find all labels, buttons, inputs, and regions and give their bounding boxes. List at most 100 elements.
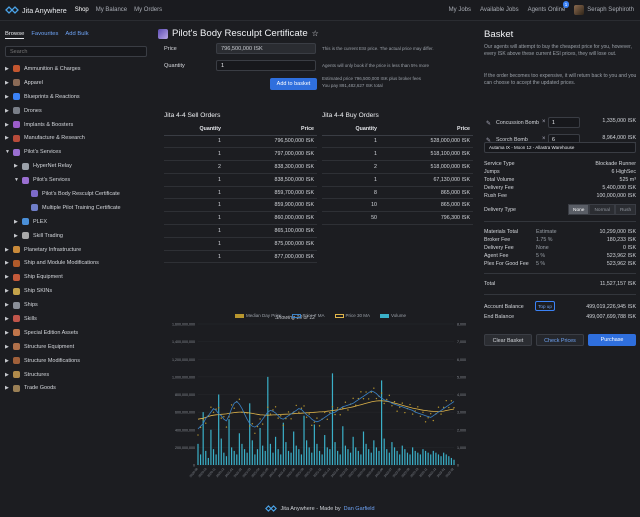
sidebar-item[interactable]: ▶ Ship SKINs <box>0 284 152 298</box>
chevron-down-icon[interactable]: ▼ <box>14 178 19 183</box>
basket-title: Basket <box>484 29 514 40</box>
purchase-button[interactable]: Purchase <box>588 334 636 346</box>
chevron-right-icon[interactable]: ▶ <box>5 372 9 377</box>
delivery-type-rush[interactable]: Rush <box>614 204 637 215</box>
check-prices-button[interactable]: Check Prices <box>536 334 584 346</box>
chevron-right-icon[interactable]: ▶ <box>5 330 9 335</box>
chevron-right-icon[interactable]: ▶ <box>5 316 9 321</box>
sidebar-item[interactable]: ▶ Ship Equipment <box>0 270 152 284</box>
author-link[interactable]: Dan Garfield <box>344 506 375 512</box>
add-to-basket-button[interactable]: Add to basket <box>270 78 317 90</box>
sidebar-item-label: Drones <box>24 107 42 114</box>
sidebar-item[interactable]: ▶ Structures <box>0 368 152 382</box>
chevron-right-icon[interactable]: ▶ <box>5 358 9 363</box>
sidebar-item[interactable]: ▶ Apparel <box>0 76 152 90</box>
chevron-right-icon[interactable]: ▶ <box>5 275 9 280</box>
sidebar-item[interactable]: ▶ Ship and Module Modifications <box>0 256 152 270</box>
end-balance-row: End Balance 499,007,699,788 ISK <box>484 314 636 321</box>
nav-orders[interactable]: My Orders <box>134 7 162 13</box>
sidebar-item[interactable]: ▶ PLEX <box>0 215 152 229</box>
volume-bar <box>267 376 269 465</box>
volume-bar <box>251 440 253 465</box>
nav-my-jobs[interactable]: My Jobs <box>449 7 471 13</box>
sidebar-item[interactable]: ▶ Blueprints & Reactions <box>0 90 152 104</box>
median-price-point <box>352 397 354 400</box>
delivery-fee-label: Delivery Fee <box>484 185 514 191</box>
basket-info-2: If the order becomes too expensive, it w… <box>484 73 637 86</box>
chevron-right-icon[interactable]: ▶ <box>5 386 9 391</box>
chevron-right-icon[interactable]: ▶ <box>5 66 9 71</box>
clear-basket-button[interactable]: Clear Basket <box>484 334 532 346</box>
nav-agents-online[interactable]: Agents Online 1 <box>527 1 570 13</box>
chevron-right-icon[interactable] <box>23 206 27 210</box>
chevron-right-icon[interactable]: ▶ <box>5 289 9 294</box>
sidebar-item-label: Blueprints & Reactions <box>24 93 80 100</box>
median-price-point <box>437 406 440 408</box>
buy-orders-table: Quantity Price 1 528,000,000 ISK 1 518,100,… <box>322 124 473 226</box>
basket-item-qty[interactable]: 1 <box>548 117 580 128</box>
sidebar-item[interactable]: Pilot's Body Resculpt Certificate <box>0 187 152 201</box>
remove-item-icon[interactable]: × <box>542 119 546 125</box>
order-quantity: 2 <box>164 160 224 174</box>
chevron-right-icon[interactable]: ▶ <box>5 261 9 266</box>
y-tick-label: 200,000,000 <box>175 446 195 450</box>
order-price: 838,500,000 ISK <box>224 173 317 187</box>
sidebar-item-label: Structure Equipment <box>24 343 75 350</box>
sidebar-item[interactable]: Multiple Pilot Training Certificate <box>0 201 152 215</box>
sidebar-item[interactable]: ▶ Drones <box>0 104 152 118</box>
sidebar-item[interactable]: ▶ Planetary Infrastructure <box>0 243 152 257</box>
tab-browse[interactable]: Browse <box>5 31 25 39</box>
chevron-right-icon[interactable] <box>23 192 27 196</box>
sidebar-item[interactable]: ▶ Implants & Boosters <box>0 118 152 132</box>
top-bar: Jita Anywhere Shop My Balance My Orders … <box>0 0 640 21</box>
account-balance-row: Account Balance 499,019,226,945 ISK <box>484 304 636 311</box>
chevron-right-icon[interactable]: ▶ <box>5 344 9 349</box>
chevron-right-icon[interactable]: ▶ <box>14 233 18 238</box>
tab-add-bulk[interactable]: Add Bulk <box>65 31 88 39</box>
category-tree: ▶ Ammunition & Charges ▶ Apparel ▶ Blueprints… <box>0 62 152 395</box>
user-menu[interactable]: Seraph Sephiroth <box>574 5 634 15</box>
delivery-type-none[interactable]: None <box>568 204 590 215</box>
volume-bar <box>406 452 409 465</box>
delivery-mid: None <box>536 245 549 251</box>
delivery-location-field[interactable]: Autama IX - Moon 12 - Allastra Warehouse <box>484 142 636 153</box>
search-input[interactable] <box>5 46 147 57</box>
sidebar-item[interactable]: ▶ Structure Modifications <box>0 354 152 368</box>
delivery-type-normal[interactable]: Normal <box>589 204 615 215</box>
sidebar-item[interactable]: ▶ Ships <box>0 298 152 312</box>
nav-shop[interactable]: Shop <box>75 7 89 13</box>
agents-online-label: Agents Online <box>527 7 566 13</box>
sidebar-item[interactable]: ▶ HyperNet Relay <box>0 159 152 173</box>
top-up-button[interactable]: Top up <box>535 301 555 311</box>
chevron-right-icon[interactable]: ▶ <box>5 247 9 252</box>
sidebar-item[interactable]: ▼ Pilot's Services <box>0 145 152 159</box>
chevron-right-icon[interactable]: ▶ <box>5 122 9 127</box>
category-icon <box>13 121 20 128</box>
sidebar-item[interactable]: ▶ Ammunition & Charges <box>0 62 152 76</box>
chevron-right-icon[interactable]: ▶ <box>5 303 9 308</box>
nav-balance[interactable]: My Balance <box>96 7 127 13</box>
chevron-right-icon[interactable]: ▶ <box>5 80 9 85</box>
chevron-down-icon[interactable]: ▼ <box>5 150 10 155</box>
chevron-right-icon[interactable]: ▶ <box>5 108 9 113</box>
sidebar-item[interactable]: ▶ Skill Trading <box>0 229 152 243</box>
quantity-input[interactable]: 1 <box>216 60 316 71</box>
chevron-right-icon[interactable]: ▶ <box>5 136 9 141</box>
chevron-right-icon[interactable]: ▶ <box>5 94 9 99</box>
sidebar-item[interactable]: ▶ Trade Goods <box>0 381 152 395</box>
app-logo[interactable]: Jita Anywhere <box>5 6 67 15</box>
volume-bar <box>417 452 419 465</box>
sidebar-item[interactable]: ▶ Manufacture & Research <box>0 131 152 145</box>
chevron-right-icon[interactable]: ▶ <box>14 164 18 169</box>
favourite-star-icon[interactable]: ☆ <box>312 29 319 38</box>
sidebar-item[interactable]: ▼ Pilot's Services <box>0 173 152 187</box>
sidebar-item[interactable]: ▶ Structure Equipment <box>0 340 152 354</box>
sidebar-item[interactable]: ▶ Special Edition Assets <box>0 326 152 340</box>
sidebar-item[interactable]: ▶ Skills <box>0 312 152 326</box>
median-price-point <box>391 405 393 407</box>
tab-favourites[interactable]: Favourites <box>31 31 58 39</box>
volume-bar <box>308 447 310 465</box>
category-icon <box>13 65 20 73</box>
nav-available-jobs[interactable]: Available Jobs <box>480 7 519 13</box>
chevron-right-icon[interactable]: ▶ <box>14 219 18 224</box>
